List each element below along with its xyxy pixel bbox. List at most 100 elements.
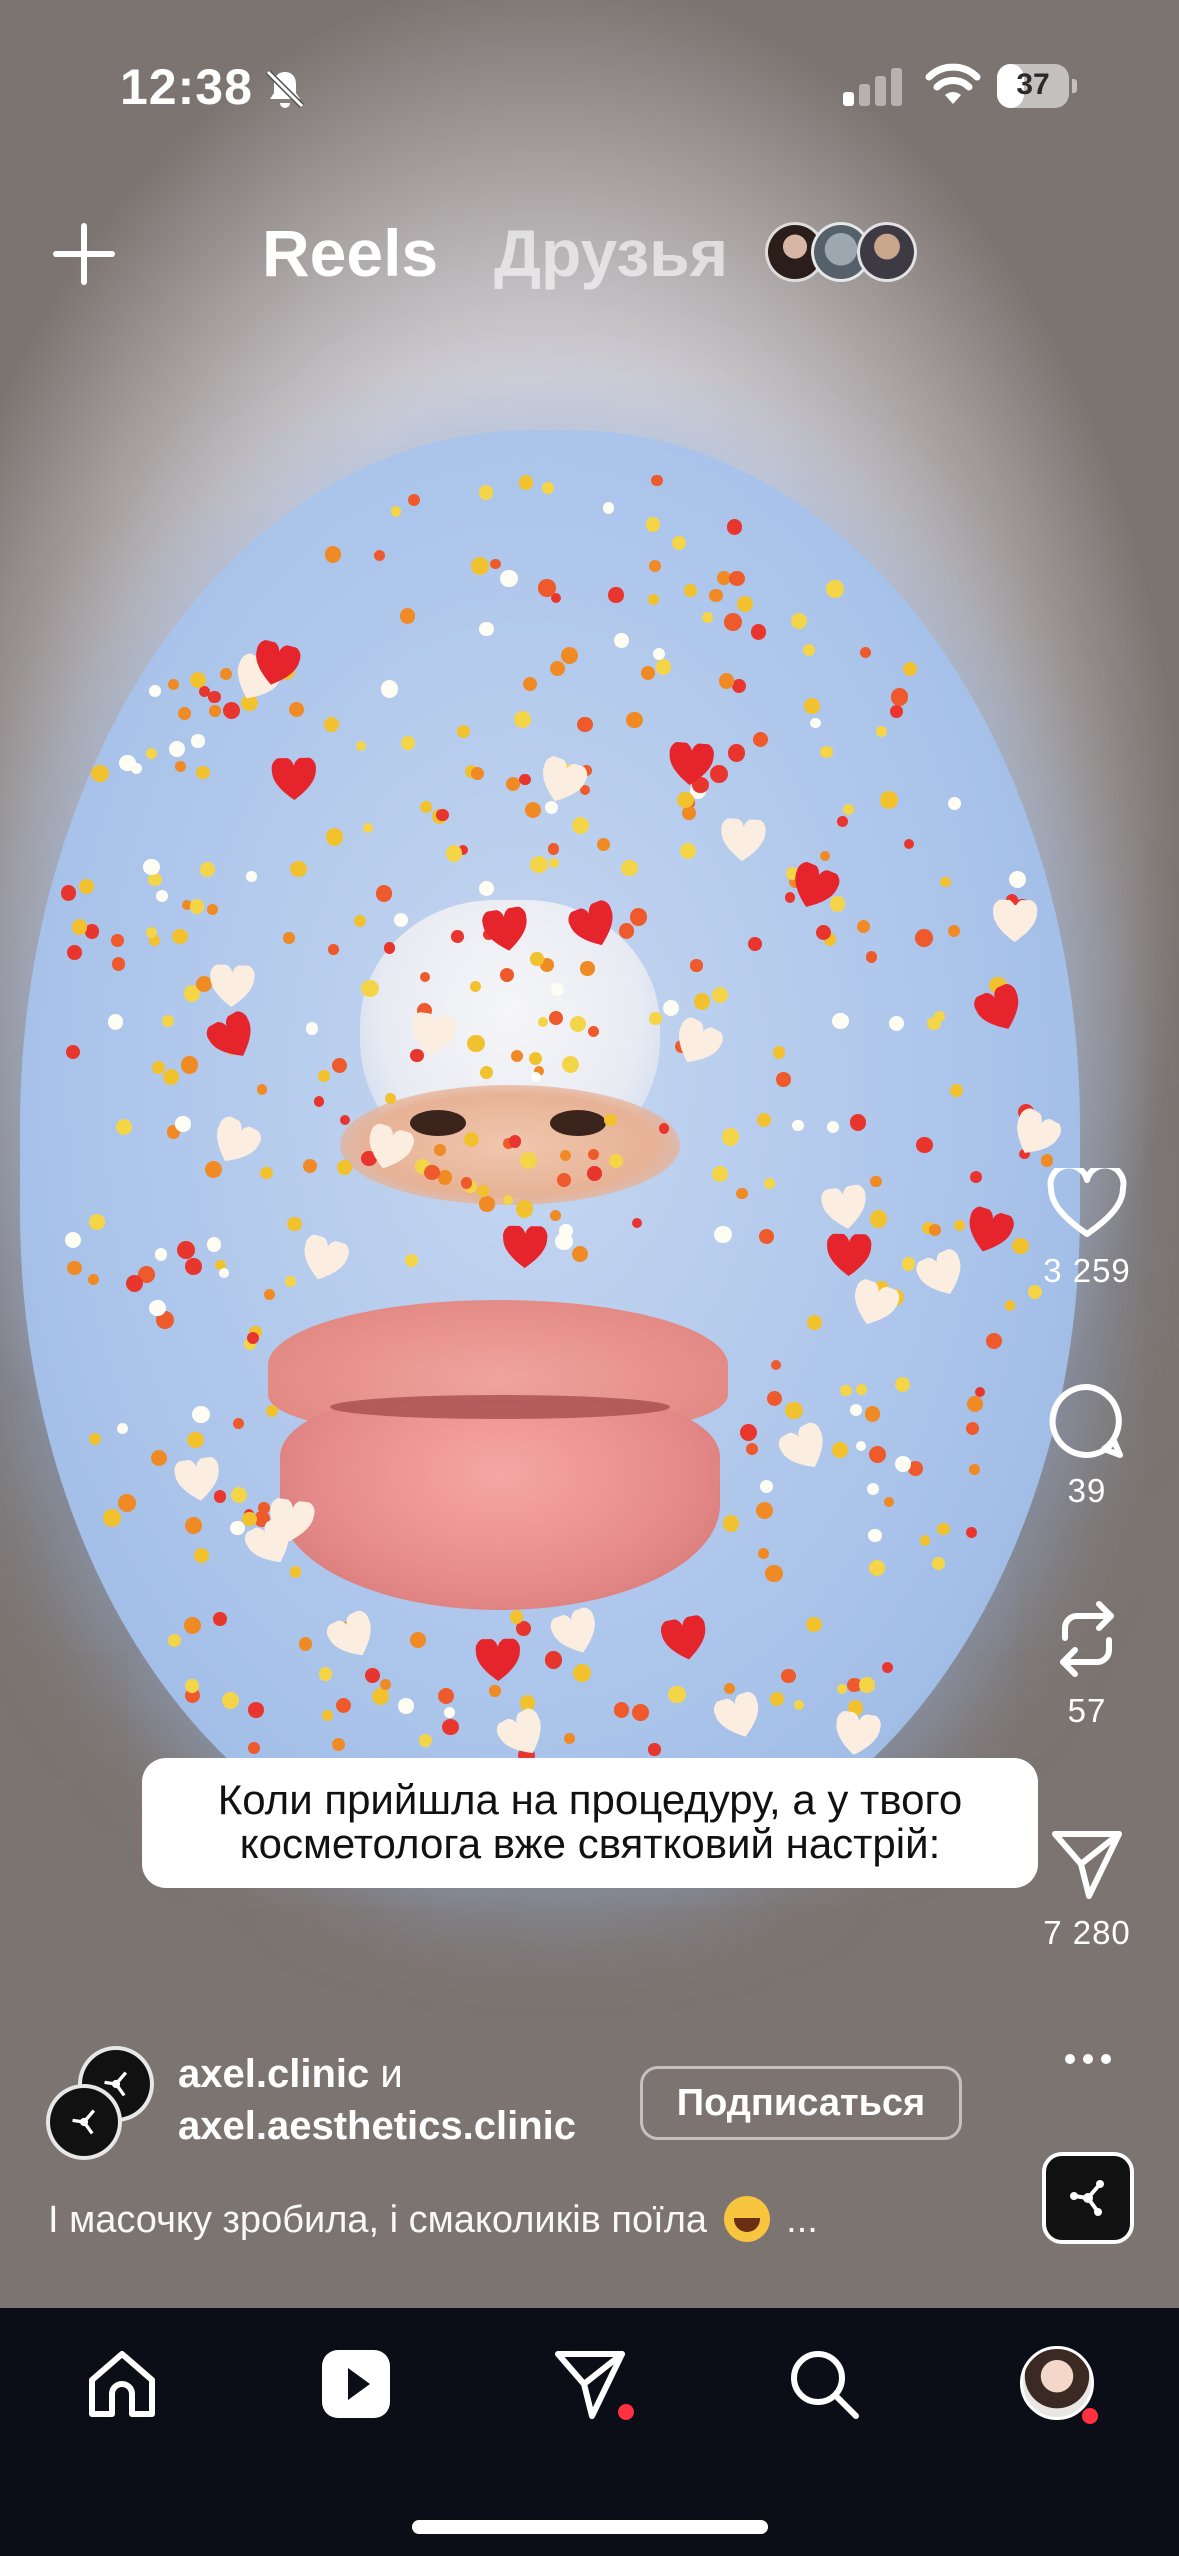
sprinkle bbox=[804, 697, 821, 714]
sprinkle bbox=[895, 1456, 911, 1472]
sprinkle bbox=[324, 716, 340, 732]
sprinkle bbox=[807, 1315, 822, 1330]
sprinkle bbox=[89, 1214, 106, 1230]
sprinkle bbox=[883, 1496, 894, 1507]
author-name-1[interactable]: axel.clinic bbox=[178, 2052, 369, 2096]
sprinkle bbox=[232, 1418, 244, 1430]
sprinkle bbox=[337, 1160, 352, 1175]
sprinkle bbox=[163, 1068, 180, 1085]
sprinkle bbox=[467, 1034, 485, 1052]
repost-button[interactable]: 57 bbox=[1030, 1598, 1144, 1730]
sprinkle bbox=[437, 1687, 454, 1704]
sprinkle bbox=[718, 673, 735, 689]
sprinkle bbox=[890, 688, 909, 706]
sprinkle bbox=[919, 1534, 931, 1546]
sprinkle bbox=[1009, 870, 1027, 888]
sprinkle bbox=[385, 1092, 397, 1104]
sprinkle bbox=[177, 706, 191, 720]
sprinkle bbox=[915, 929, 933, 947]
caption-sticker: Коли прийшла на процедуру, а у твого кос… bbox=[142, 1758, 1038, 1888]
sprinkle bbox=[668, 1685, 686, 1704]
heart-sprinkle bbox=[406, 1011, 457, 1059]
sprinkle bbox=[865, 951, 877, 963]
friend-avatars[interactable] bbox=[765, 222, 925, 282]
sprinkle bbox=[319, 1667, 333, 1681]
plus-icon[interactable] bbox=[52, 222, 116, 286]
laughing-emoji-icon bbox=[723, 2196, 770, 2242]
sprinkle bbox=[916, 1136, 933, 1154]
author-avatar-2[interactable] bbox=[46, 2084, 122, 2160]
sprinkle bbox=[647, 594, 659, 605]
sprinkle bbox=[859, 1676, 875, 1693]
sprinkle bbox=[855, 1384, 867, 1395]
audio-track-button[interactable] bbox=[1042, 2152, 1134, 2244]
video-nostril-right bbox=[550, 1110, 606, 1136]
sprinkle bbox=[837, 815, 848, 827]
home-indicator bbox=[412, 2520, 768, 2534]
sprinkle bbox=[79, 878, 95, 894]
sprinkle bbox=[518, 773, 531, 786]
sprinkle bbox=[107, 1014, 124, 1030]
sprinkle bbox=[110, 934, 124, 948]
sprinkle bbox=[658, 1122, 670, 1134]
sprinkle bbox=[155, 889, 169, 902]
sprinkle bbox=[894, 1376, 910, 1392]
like-count: 3 259 bbox=[1043, 1252, 1131, 1289]
sprinkle bbox=[712, 986, 729, 1003]
description-more[interactable]: ... bbox=[786, 2199, 818, 2241]
sprinkle bbox=[400, 736, 415, 751]
sprinkle bbox=[608, 1153, 624, 1168]
sprinkle bbox=[242, 1511, 257, 1526]
sprinkle bbox=[608, 587, 624, 603]
more-options-icon[interactable] bbox=[1063, 2052, 1113, 2066]
share-count: 7 280 bbox=[1043, 1914, 1131, 1951]
description-text: І масочку зробила, і смаколиків поїла bbox=[48, 2199, 708, 2241]
sprinkle bbox=[756, 1112, 771, 1127]
sprinkle bbox=[604, 1113, 617, 1127]
sprinkle bbox=[339, 1114, 351, 1126]
sprinkle bbox=[764, 1177, 776, 1189]
author-name-2[interactable]: axel.aesthetics.clinic bbox=[178, 2104, 576, 2149]
tab-reels[interactable]: Reels bbox=[262, 215, 438, 291]
heart-sprinkle bbox=[473, 1637, 520, 1682]
sprinkle bbox=[709, 588, 723, 603]
sprinkle bbox=[298, 1637, 313, 1651]
sprinkle bbox=[283, 932, 295, 944]
share-button[interactable]: 7 280 bbox=[1030, 1826, 1144, 1952]
reel-video[interactable] bbox=[0, 0, 1179, 2308]
sprinkle bbox=[383, 941, 396, 954]
heart-icon bbox=[1047, 1168, 1127, 1237]
sprinkle bbox=[736, 595, 753, 612]
tab-friends[interactable]: Друзья bbox=[494, 215, 728, 291]
sprinkle bbox=[463, 1131, 479, 1147]
sprinkle bbox=[318, 1070, 330, 1082]
sprinkle bbox=[471, 767, 485, 780]
reels-icon[interactable] bbox=[316, 2344, 396, 2424]
sprinkle bbox=[773, 1046, 786, 1059]
sprinkle bbox=[335, 1697, 351, 1714]
heart-sprinkle bbox=[990, 899, 1038, 943]
sprinkle bbox=[174, 760, 186, 772]
bell-off-icon bbox=[265, 69, 305, 109]
sprinkle bbox=[560, 646, 578, 664]
like-button[interactable]: 3 259 bbox=[1030, 1168, 1144, 1290]
sprinkle bbox=[443, 1707, 455, 1719]
sprinkle bbox=[91, 764, 109, 782]
sprinkle bbox=[290, 860, 307, 878]
wifi-icon bbox=[925, 63, 981, 104]
comment-button[interactable]: 39 bbox=[1030, 1382, 1144, 1510]
sprinkle bbox=[559, 1150, 571, 1162]
sprinkle bbox=[770, 1359, 781, 1370]
sprinkle bbox=[522, 676, 537, 691]
sprinkle bbox=[489, 558, 501, 570]
sprinkle bbox=[479, 1196, 495, 1212]
reel-description[interactable]: І масочку зробила, і смаколиків поїла ..… bbox=[48, 2196, 818, 2242]
sprinkle bbox=[587, 1165, 603, 1181]
follow-button[interactable]: Подписаться bbox=[640, 2066, 962, 2140]
comment-icon bbox=[1049, 1383, 1123, 1458]
profile-avatar[interactable] bbox=[1020, 2346, 1094, 2420]
sprinkle bbox=[513, 711, 531, 729]
sprinkle bbox=[524, 801, 542, 818]
search-icon[interactable] bbox=[784, 2344, 864, 2424]
home-icon[interactable] bbox=[82, 2344, 162, 2424]
